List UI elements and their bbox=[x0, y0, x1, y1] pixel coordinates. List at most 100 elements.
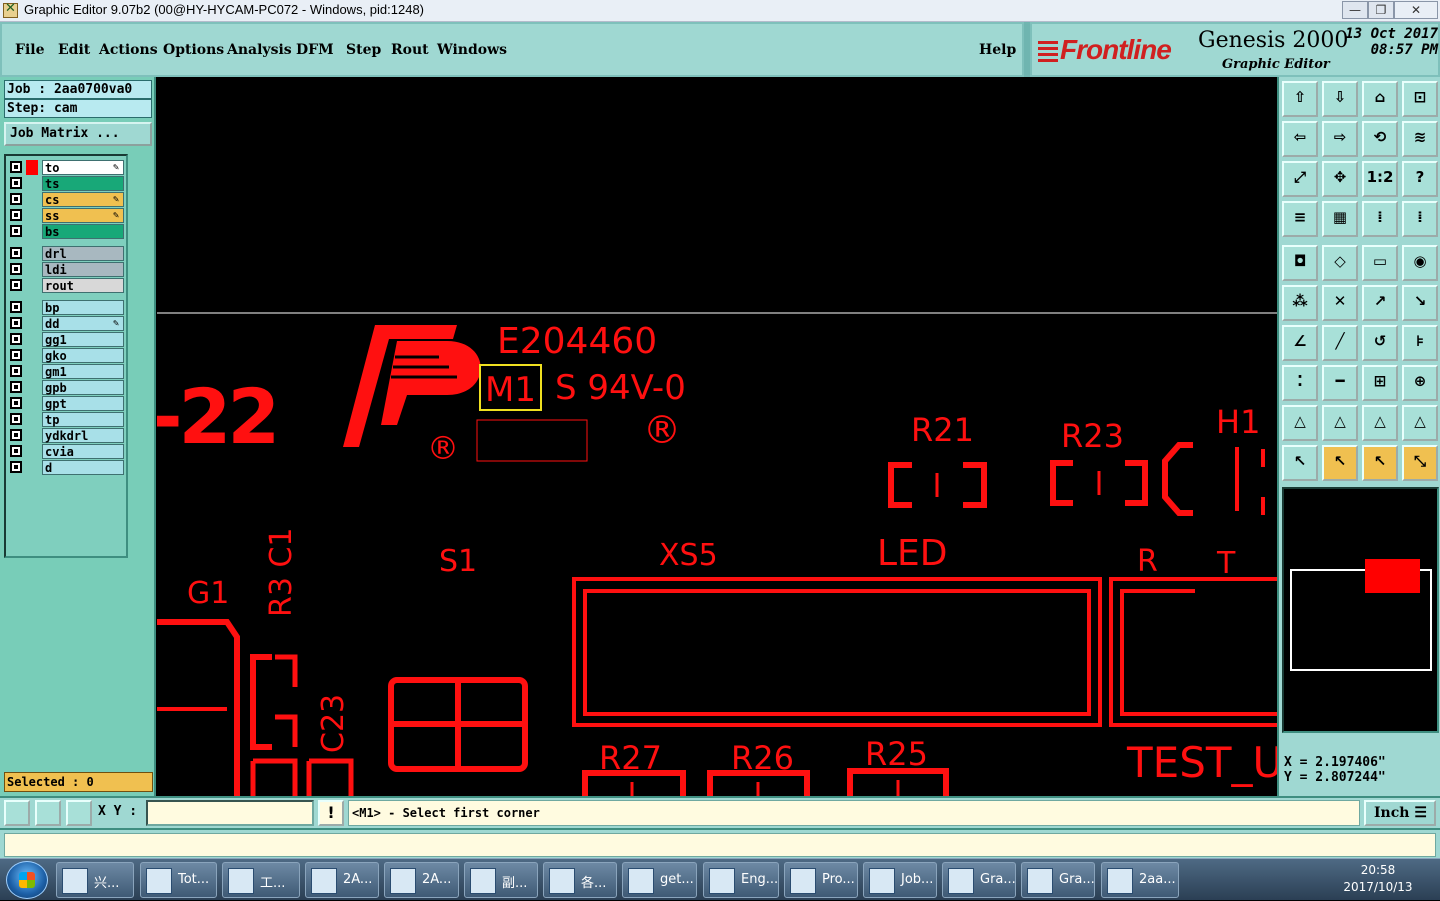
taskbar-button[interactable]: Job... bbox=[863, 862, 937, 898]
tool-up-icon[interactable]: ⇧ bbox=[1282, 81, 1318, 117]
tool-params-icon[interactable]: ≡ bbox=[1282, 201, 1318, 237]
tool-pointer-icon[interactable]: ↖ bbox=[1282, 445, 1318, 481]
layer-checkbox[interactable] bbox=[10, 193, 22, 205]
tool-right-icon[interactable]: ⇨ bbox=[1322, 121, 1358, 157]
layer-name[interactable]: gm1 bbox=[42, 364, 124, 379]
layer-checkbox[interactable] bbox=[10, 349, 22, 361]
menu-help[interactable]: Help bbox=[979, 42, 1016, 58]
layer-row-tp[interactable]: tp bbox=[8, 412, 126, 427]
layer-row-bs[interactable]: bs bbox=[8, 224, 126, 239]
tool-layers-b-icon[interactable]: ⁞ bbox=[1402, 201, 1438, 237]
layer-name[interactable]: cvia bbox=[42, 444, 124, 459]
close-button[interactable]: ✕ bbox=[1394, 1, 1438, 19]
taskbar-button[interactable]: 兴... bbox=[56, 862, 134, 898]
layer-checkbox[interactable] bbox=[10, 317, 22, 329]
layer-name[interactable]: bs bbox=[42, 224, 124, 239]
layer-checkbox[interactable] bbox=[10, 247, 22, 259]
taskbar-button[interactable]: 2aa... bbox=[1101, 862, 1179, 898]
tool-left-icon[interactable]: ⇦ bbox=[1282, 121, 1318, 157]
measure-icon[interactable] bbox=[35, 800, 61, 826]
layer-checkbox[interactable] bbox=[10, 445, 22, 457]
menu-analysis[interactable]: Analysis bbox=[227, 42, 292, 58]
tool-help-icon[interactable]: ? bbox=[1402, 161, 1438, 197]
tool-rotate-icon[interactable]: ↺ bbox=[1362, 325, 1398, 361]
layer-checkbox[interactable] bbox=[10, 365, 22, 377]
layer-checkbox[interactable] bbox=[10, 429, 22, 441]
menu-rout[interactable]: Rout bbox=[391, 42, 429, 58]
layer-checkbox[interactable] bbox=[10, 461, 22, 473]
job-matrix-button[interactable]: Job Matrix ... bbox=[4, 122, 152, 146]
tool-mirror-icon[interactable]: ⊧ bbox=[1402, 325, 1438, 361]
tool-home-icon[interactable]: ⌂ bbox=[1362, 81, 1398, 117]
layer-row-gko[interactable]: gko bbox=[8, 348, 126, 363]
layer-name[interactable]: drl bbox=[42, 246, 124, 261]
unit-selector[interactable]: Inch ☰ bbox=[1364, 800, 1436, 826]
start-button[interactable] bbox=[6, 861, 48, 899]
tool-tri-d-icon[interactable]: △ bbox=[1402, 405, 1438, 441]
layer-checkbox[interactable] bbox=[10, 333, 22, 345]
layer-row-ydkdrl[interactable]: ydkdrl bbox=[8, 428, 126, 443]
tool-down-icon[interactable]: ⇩ bbox=[1322, 81, 1358, 117]
layer-row-dd[interactable]: dd ✎ bbox=[8, 316, 126, 331]
taskbar-button[interactable]: 副... bbox=[464, 862, 538, 898]
layer-checkbox[interactable] bbox=[10, 381, 22, 393]
overview-window[interactable] bbox=[1282, 487, 1439, 733]
menu-dfm[interactable]: DFM bbox=[296, 42, 334, 58]
tool-shape-icon[interactable]: ◇ bbox=[1322, 245, 1358, 281]
tool-line-down-icon[interactable]: ↘ bbox=[1402, 285, 1438, 321]
taskbar-button[interactable]: 2A... bbox=[305, 862, 379, 898]
taskbar-button[interactable]: Tot... bbox=[140, 862, 217, 898]
tool-target-icon[interactable]: ◉ bbox=[1402, 245, 1438, 281]
layer-name[interactable]: ydkdrl bbox=[42, 428, 124, 443]
layer-name[interactable]: dd ✎ bbox=[42, 316, 124, 331]
layer-row-gg1[interactable]: gg1 bbox=[8, 332, 126, 347]
layer-row-cs[interactable]: cs ✎ bbox=[8, 192, 126, 207]
tool-angle-icon[interactable]: ∠ bbox=[1282, 325, 1318, 361]
layer-name[interactable]: gg1 bbox=[42, 332, 124, 347]
tool-move-icon[interactable]: ⤡ bbox=[1402, 445, 1438, 481]
tool-tri-a-icon[interactable]: △ bbox=[1282, 405, 1318, 441]
layer-row-bp[interactable]: bp bbox=[8, 300, 126, 315]
layer-name[interactable]: ss ✎ bbox=[42, 208, 124, 223]
layer-name[interactable]: ts bbox=[42, 176, 124, 191]
taskbar-button[interactable]: Eng... bbox=[703, 862, 779, 898]
layer-checkbox[interactable] bbox=[10, 397, 22, 409]
layer-checkbox[interactable] bbox=[10, 279, 22, 291]
layer-checkbox[interactable] bbox=[10, 225, 22, 237]
layer-checkbox[interactable] bbox=[10, 263, 22, 275]
layer-checkbox[interactable] bbox=[10, 209, 22, 221]
layer-name[interactable]: gpt bbox=[42, 396, 124, 411]
layer-row-drl[interactable]: drl bbox=[8, 246, 126, 261]
layer-row-to[interactable]: to ✎ bbox=[8, 160, 126, 175]
layer-name[interactable]: to ✎ bbox=[42, 160, 124, 175]
tool-window-icon[interactable]: ⊡ bbox=[1402, 81, 1438, 117]
tool-line-up-icon[interactable]: ↗ bbox=[1362, 285, 1398, 321]
menu-actions[interactable]: Actions bbox=[99, 42, 158, 58]
exclaim-button[interactable]: ! bbox=[318, 800, 344, 826]
taskbar-button[interactable]: Gra... bbox=[1021, 862, 1095, 898]
tool-net-icon[interactable]: ⁂ bbox=[1282, 285, 1318, 321]
taskbar-button[interactable]: Gra... bbox=[942, 862, 1016, 898]
xy-input[interactable] bbox=[146, 800, 314, 826]
layer-name[interactable]: d bbox=[42, 460, 124, 475]
menu-windows[interactable]: Windows bbox=[437, 42, 507, 58]
layer-row-ss[interactable]: ss ✎ bbox=[8, 208, 126, 223]
layer-row-cvia[interactable]: cvia bbox=[8, 444, 126, 459]
layer-name[interactable]: bp bbox=[42, 300, 124, 315]
menu-options[interactable]: Options bbox=[163, 42, 224, 58]
layer-name[interactable]: ldi bbox=[42, 262, 124, 277]
tool-fit-icon[interactable]: ⤢ bbox=[1282, 161, 1318, 197]
layer-name[interactable]: cs ✎ bbox=[42, 192, 124, 207]
layer-row-ts[interactable]: ts bbox=[8, 176, 126, 191]
layer-row-rout[interactable]: rout bbox=[8, 278, 126, 293]
taskbar-button[interactable]: 工... bbox=[222, 862, 300, 898]
layer-checkbox[interactable] bbox=[10, 161, 22, 173]
tool-snake-icon[interactable]: ≋ bbox=[1402, 121, 1438, 157]
layer-row-gpb[interactable]: gpb bbox=[8, 380, 126, 395]
tool-pad-icon[interactable]: ◘ bbox=[1282, 245, 1318, 281]
zoom-area-icon[interactable] bbox=[4, 800, 30, 826]
tool-bar-icon[interactable]: ━ bbox=[1322, 365, 1358, 401]
layer-row-gm1[interactable]: gm1 bbox=[8, 364, 126, 379]
graphic-canvas[interactable]: E204460 M1 S 94V-0 -22 ® ® R21 R23 H1 G1… bbox=[157, 77, 1277, 796]
tool-snap-icon[interactable]: ⁚ bbox=[1282, 365, 1318, 401]
